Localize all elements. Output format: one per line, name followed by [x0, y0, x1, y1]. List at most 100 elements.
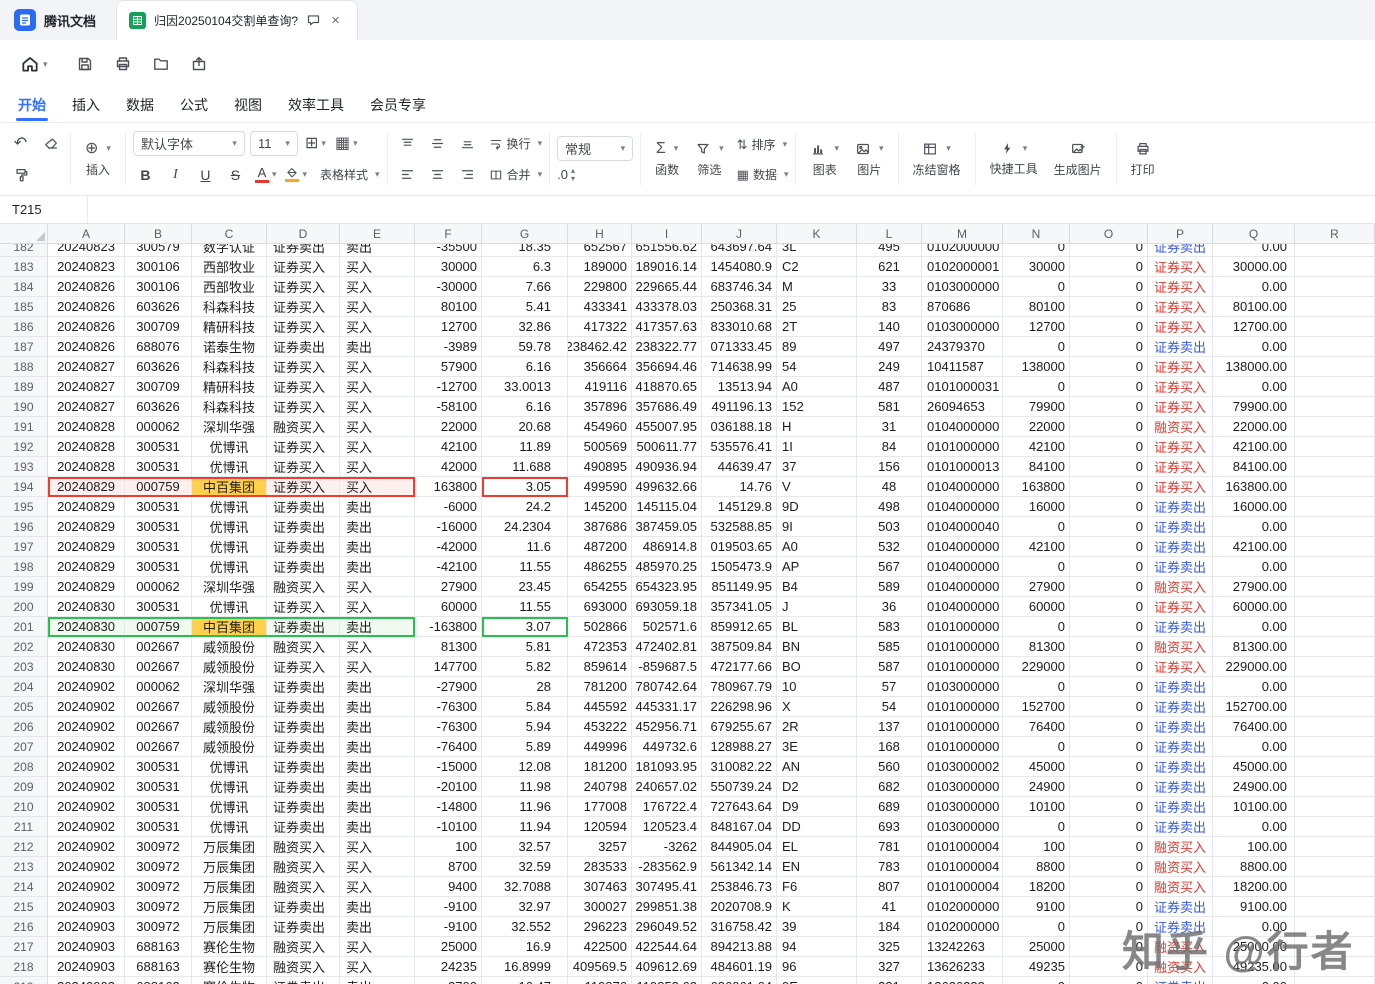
cell[interactable]: 买入	[340, 937, 415, 957]
cell[interactable]: 证券卖出	[267, 337, 340, 357]
cell[interactable]: 5.94	[482, 717, 568, 737]
column-header[interactable]: H	[568, 224, 632, 244]
cell[interactable]: 20240826	[48, 277, 125, 297]
cell[interactable]	[1295, 857, 1375, 877]
cell[interactable]: 532588.85	[702, 517, 777, 537]
cell[interactable]: 0	[1003, 337, 1070, 357]
column-header[interactable]: C	[192, 224, 267, 244]
cell[interactable]: 300709	[125, 377, 192, 397]
cell[interactable]: 0104000000	[922, 577, 1003, 597]
cell[interactable]: 487	[857, 377, 922, 397]
font-size-select[interactable]: 11 ▾	[249, 131, 298, 156]
cell[interactable]: 20240902	[48, 877, 125, 897]
cell[interactable]: 140	[857, 317, 922, 337]
cell[interactable]: 20240903	[48, 937, 125, 957]
cell[interactable]: 融资买入	[1148, 577, 1213, 597]
row-header[interactable]: 186	[0, 317, 48, 337]
tab-view[interactable]: 视图	[234, 88, 262, 122]
cell[interactable]: 证券卖出	[1148, 697, 1213, 717]
cell[interactable]: -3262	[632, 837, 702, 857]
cell[interactable]	[1295, 637, 1375, 657]
cell[interactable]	[1295, 257, 1375, 277]
cell[interactable]: 0104000040	[922, 517, 1003, 537]
cell[interactable]: 证券买入	[267, 317, 340, 337]
cell[interactable]: 296049.52	[632, 917, 702, 937]
cell[interactable]: 145115.04	[632, 497, 702, 517]
cell[interactable]: 证券卖出	[267, 797, 340, 817]
cell[interactable]: 24.2	[482, 497, 568, 517]
cell[interactable]: M	[777, 277, 857, 297]
cell[interactable]: 卖出	[340, 677, 415, 697]
cell[interactable]: 证券买入	[1148, 457, 1213, 477]
cell[interactable]: 20240830	[48, 617, 125, 637]
cell[interactable]: 16.9	[482, 937, 568, 957]
cell[interactable]: 499632.66	[632, 477, 702, 497]
cell[interactable]: 894213.88	[702, 937, 777, 957]
cell[interactable]: 585	[857, 637, 922, 657]
cell[interactable]: 781	[857, 837, 922, 857]
tab-home[interactable]: 开始	[16, 88, 48, 122]
cell[interactable]: 356694.46	[632, 357, 702, 377]
cell[interactable]: 550739.24	[702, 777, 777, 797]
cell[interactable]: 84	[857, 437, 922, 457]
cell[interactable]: 0104000000	[922, 477, 1003, 497]
column-header[interactable]: L	[857, 224, 922, 244]
cell[interactable]: 证券卖出	[267, 777, 340, 797]
cell[interactable]: 693	[857, 817, 922, 837]
cell[interactable]: 3257	[568, 837, 632, 857]
cell[interactable]: 卖出	[340, 517, 415, 537]
cell[interactable]: 9100	[1003, 897, 1070, 917]
cell[interactable]: 20240902	[48, 857, 125, 877]
cell[interactable]: 844905.04	[702, 837, 777, 857]
cell[interactable]: 163800	[1003, 477, 1070, 497]
cell[interactable]: 0104000000	[922, 597, 1003, 617]
cell[interactable]: 300972	[125, 917, 192, 937]
cell[interactable]: 002667	[125, 737, 192, 757]
cell[interactable]: BL	[777, 617, 857, 637]
cell[interactable]: 12700	[415, 317, 482, 337]
cell[interactable]: 229000	[1003, 657, 1070, 677]
cell[interactable]: 80100	[415, 297, 482, 317]
cell[interactable]: 0	[1070, 297, 1148, 317]
cell[interactable]: 688163	[125, 937, 192, 957]
cell[interactable]: 8800.00	[1213, 857, 1295, 877]
cell[interactable]: 152700	[1003, 697, 1070, 717]
tab-efficiency-tools[interactable]: 效率工具	[288, 88, 344, 122]
row-header[interactable]: 202	[0, 637, 48, 657]
cell[interactable]: X	[777, 697, 857, 717]
cell[interactable]	[1295, 357, 1375, 377]
cell[interactable]: 32.57	[482, 837, 568, 857]
cell[interactable]: 500611.77	[632, 437, 702, 457]
cell[interactable]: 453222	[568, 717, 632, 737]
cell[interactable]: 42100	[1003, 437, 1070, 457]
cell[interactable]: 499590	[568, 477, 632, 497]
cell[interactable]: 精研科技	[192, 377, 267, 397]
cell[interactable]: 买入	[340, 657, 415, 677]
cell[interactable]: 81300.00	[1213, 637, 1295, 657]
cell[interactable]: 万辰集团	[192, 897, 267, 917]
row-header[interactable]: 189	[0, 377, 48, 397]
row-header[interactable]: 182	[0, 244, 48, 257]
cell[interactable]: 证券买入	[267, 357, 340, 377]
cell[interactable]: 证券卖出	[1148, 537, 1213, 557]
cell[interactable]: 20240826	[48, 317, 125, 337]
cell[interactable]: 20240902	[48, 717, 125, 737]
cell[interactable]: 6.3	[482, 257, 568, 277]
cell[interactable]: 300972	[125, 897, 192, 917]
cell-name-box[interactable]: T215	[0, 196, 88, 223]
cell[interactable]: 300531	[125, 757, 192, 777]
cell[interactable]: 证券买入	[267, 657, 340, 677]
cell[interactable]: 0	[1003, 917, 1070, 937]
cell[interactable]	[1295, 517, 1375, 537]
cell[interactable]: 80100	[1003, 297, 1070, 317]
cell[interactable]: 0	[1003, 737, 1070, 757]
cell[interactable]: 20240902	[48, 837, 125, 857]
cell[interactable]	[1295, 277, 1375, 297]
cell[interactable]: 0	[1070, 817, 1148, 837]
cell[interactable]: 79900.00	[1213, 397, 1295, 417]
cell[interactable]: 9E	[777, 977, 857, 984]
cell[interactable]: 0102000000	[922, 917, 1003, 937]
cell[interactable]: 848167.04	[702, 817, 777, 837]
cell[interactable]: 优博讯	[192, 757, 267, 777]
cell[interactable]: 163800	[415, 477, 482, 497]
